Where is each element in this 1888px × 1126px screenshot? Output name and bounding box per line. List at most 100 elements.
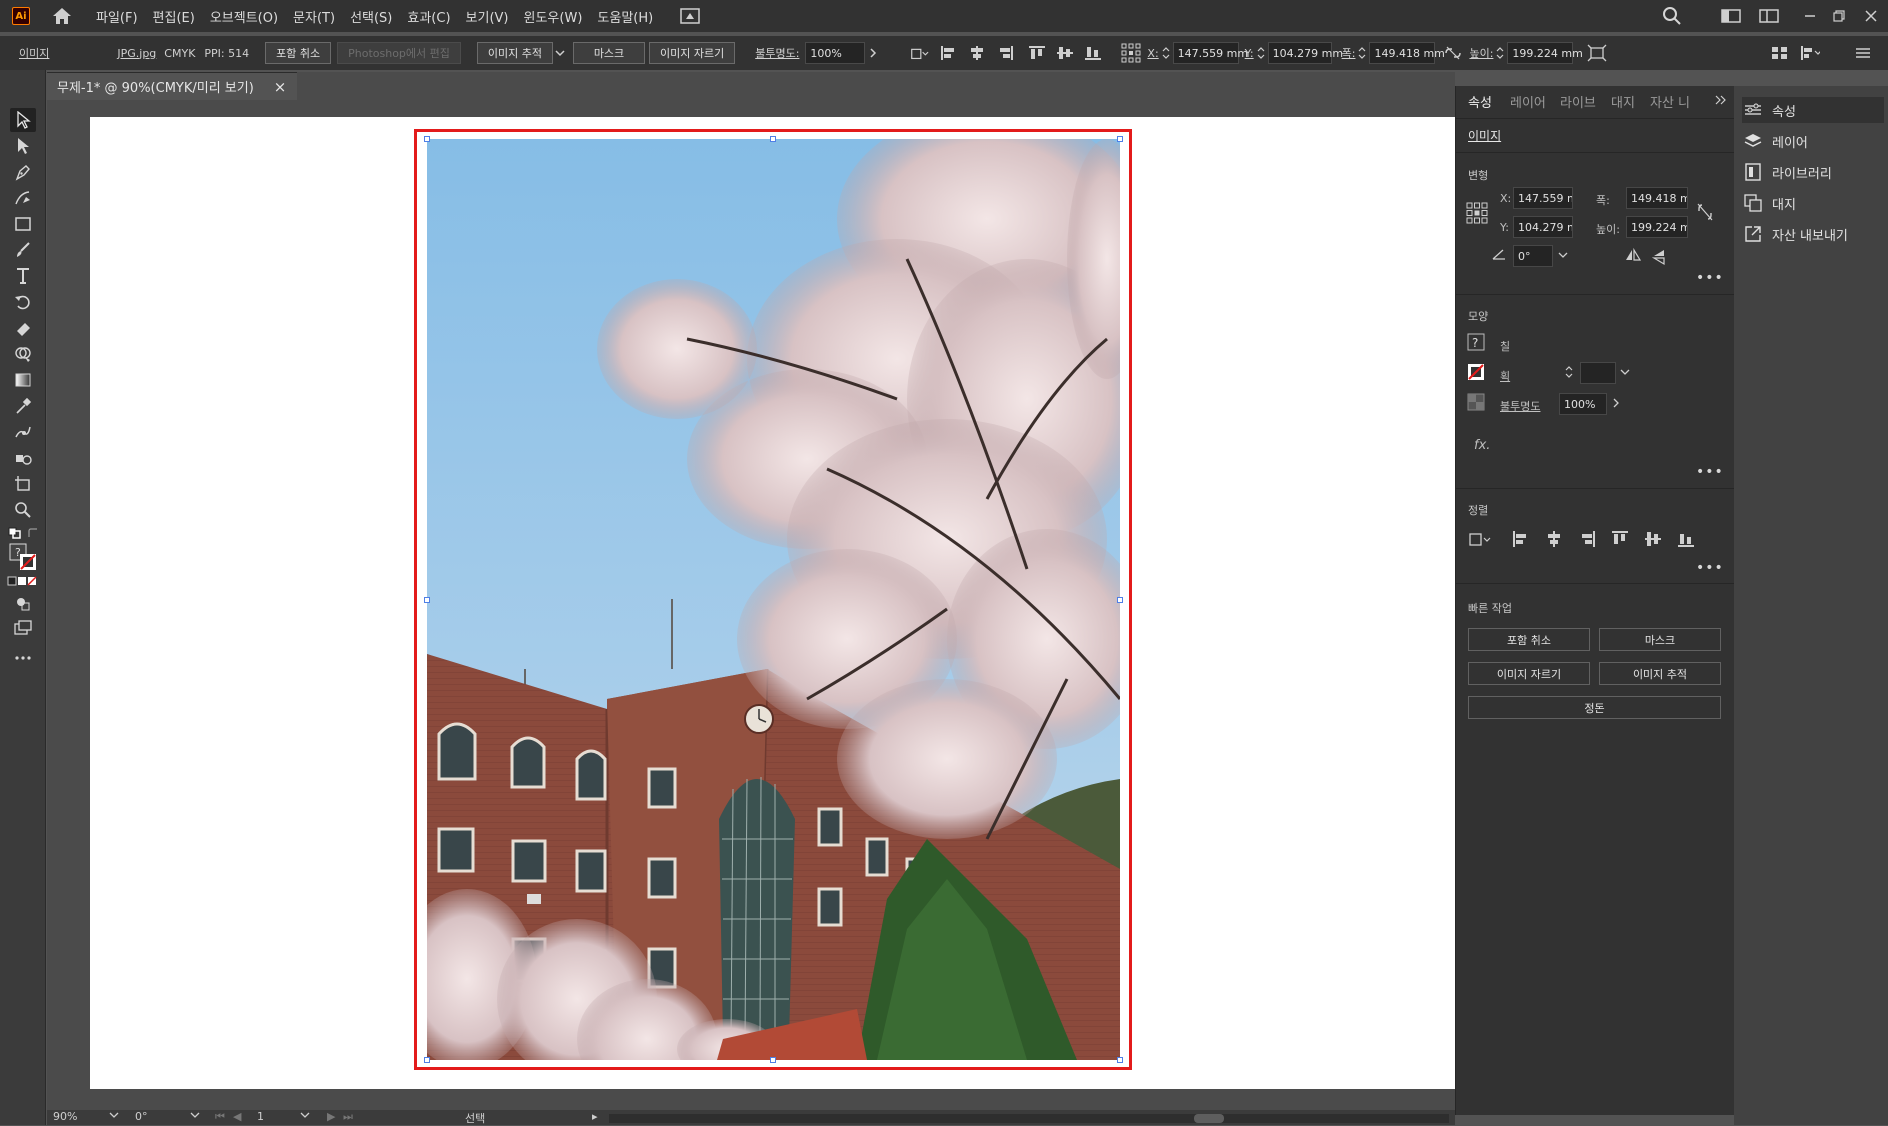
flip-vertical-icon[interactable] (1651, 248, 1666, 269)
height-stepper-icon[interactable] (1493, 43, 1507, 63)
menu-help[interactable]: 도움말(H) (597, 7, 653, 26)
stroke-swatch-icon[interactable] (1467, 363, 1485, 384)
align-center-icon[interactable] (967, 43, 987, 63)
shape-builder-tool-icon[interactable] (10, 342, 36, 366)
align-top-icon[interactable] (1611, 530, 1629, 551)
first-artboard-icon[interactable]: ⏮ (215, 1110, 225, 1124)
zoom-tool-icon[interactable] (10, 498, 36, 522)
close-tab-icon[interactable]: × (274, 78, 287, 96)
align-more-options-icon[interactable]: ••• (1696, 560, 1724, 576)
rotation-angle-input[interactable]: 0° (1513, 245, 1553, 267)
panel-menu-icon[interactable] (1853, 43, 1873, 63)
align-right-icon[interactable] (995, 43, 1015, 63)
horizontal-scrollbar[interactable] (609, 1114, 1449, 1123)
puppet-warp-tool-icon[interactable] (10, 420, 36, 444)
x-stepper-icon[interactable] (1159, 43, 1173, 63)
rotation-dropdown-icon[interactable] (190, 1110, 200, 1123)
arrange-panels-icon[interactable] (1770, 43, 1790, 63)
search-icon[interactable] (1662, 6, 1682, 26)
restore-icon[interactable] (1829, 6, 1849, 26)
menu-view[interactable]: 보기(V) (466, 7, 509, 26)
align-top-icon[interactable] (1027, 43, 1047, 63)
zoom-dropdown-icon[interactable] (109, 1110, 119, 1123)
quick-arrange-button[interactable]: 정돈 (1468, 696, 1721, 719)
share-icon[interactable] (680, 6, 700, 26)
quick-mask-button[interactable]: 마스크 (1599, 628, 1721, 651)
opacity-label[interactable]: 불투명도 (1500, 398, 1540, 414)
screen-mode-icon[interactable] (10, 616, 36, 640)
close-window-icon[interactable] (1861, 6, 1881, 26)
align-to-selection-icon[interactable] (909, 43, 929, 63)
quick-image-trace-button[interactable]: 이미지 추적 (1599, 662, 1721, 685)
direct-selection-tool-icon[interactable] (10, 134, 36, 158)
pen-tool-icon[interactable] (10, 160, 36, 184)
artboard-dropdown-icon[interactable] (300, 1110, 310, 1123)
color-mode-icons[interactable] (6, 574, 40, 588)
gradient-tool-icon[interactable] (10, 368, 36, 392)
workspace-layout-icon[interactable] (1721, 6, 1741, 26)
constrain-proportions-icon[interactable] (1443, 43, 1463, 63)
opacity-input[interactable]: 100% (805, 42, 866, 64)
width-stepper-icon[interactable] (1355, 43, 1369, 63)
menu-file[interactable]: 파일(F) (96, 7, 138, 26)
artboard-tool-icon[interactable] (10, 472, 36, 496)
resize-handle-bottom-right[interactable] (1117, 1057, 1123, 1063)
tab-layers[interactable]: 레이어 (1510, 92, 1546, 111)
align-bottom-icon[interactable] (1677, 530, 1695, 551)
flip-horizontal-icon[interactable] (1624, 247, 1642, 265)
transform-width-input[interactable]: 149.418 mr (1626, 187, 1688, 209)
tab-asset-export[interactable]: 자산 니 (1650, 92, 1690, 111)
dock-item-layers[interactable]: 레이어 (1742, 128, 1882, 154)
fill-swatch-icon[interactable]: ? (1467, 333, 1485, 354)
transform-height-input[interactable]: 199.224 mr (1626, 216, 1688, 238)
resize-handle-top-center[interactable] (770, 136, 776, 142)
symbol-sprayer-tool-icon[interactable] (10, 446, 36, 470)
appearance-more-options-icon[interactable]: ••• (1696, 464, 1724, 480)
stroke-weight-input[interactable] (1580, 362, 1616, 384)
menu-effect[interactable]: 효과(C) (407, 7, 450, 26)
trace-preset-dropdown-icon[interactable] (553, 43, 567, 63)
opacity-expand-icon[interactable] (1612, 397, 1620, 412)
document-tab[interactable]: 무제-1* @ 90%(CMYK/미리 보기) × (47, 72, 297, 100)
menu-select[interactable]: 선택(S) (350, 7, 392, 26)
image-trace-button[interactable]: 이미지 추적 (476, 42, 553, 64)
reference-point-icon[interactable] (1466, 202, 1488, 227)
linked-file-name[interactable]: JPG.jpg (117, 47, 156, 60)
default-fill-stroke-icon[interactable] (6, 526, 24, 540)
resize-handle-bottom-center[interactable] (770, 1057, 776, 1063)
resize-handle-middle-left[interactable] (424, 597, 430, 603)
type-tool-icon[interactable] (10, 264, 36, 288)
paintbrush-tool-icon[interactable] (10, 238, 36, 262)
menu-type[interactable]: 문자(T) (293, 7, 335, 26)
resize-handle-top-left[interactable] (424, 136, 430, 142)
transform-x-input[interactable]: 147.559 mr (1513, 187, 1573, 209)
dock-item-properties[interactable]: 속성 (1742, 97, 1884, 123)
swap-fill-stroke-icon[interactable] (26, 526, 40, 540)
align-horizontal-center-icon[interactable] (1545, 530, 1563, 551)
resize-handle-middle-right[interactable] (1117, 597, 1123, 603)
height-input[interactable]: 199.224 mm (1507, 42, 1583, 64)
resize-handle-bottom-left[interactable] (424, 1057, 430, 1063)
arrange-documents-icon[interactable] (1759, 6, 1779, 26)
width-input[interactable]: 149.418 mm (1369, 42, 1445, 64)
stroke-label[interactable]: 획 (1500, 368, 1510, 384)
scrollbar-thumb[interactable] (1194, 1114, 1224, 1123)
menu-window[interactable]: 윈도우(W) (524, 7, 583, 26)
rotate-tool-icon[interactable] (10, 290, 36, 314)
rotation-value[interactable]: 0° (135, 1110, 148, 1123)
constrain-proportions-icon[interactable] (1696, 202, 1714, 225)
align-right-icon[interactable] (1578, 530, 1596, 551)
align-to-icon[interactable] (1468, 530, 1492, 551)
previous-artboard-icon[interactable]: ◀ (233, 1110, 241, 1123)
dock-item-libraries[interactable]: 라이브러리 (1742, 159, 1882, 185)
last-artboard-icon[interactable]: ⏭ (343, 1110, 353, 1124)
angle-dropdown-icon[interactable] (1557, 249, 1569, 263)
y-input[interactable]: 104.279 mm (1267, 42, 1343, 64)
tab-libraries[interactable]: 라이브 (1560, 92, 1596, 111)
menu-edit[interactable]: 편집(E) (153, 7, 195, 26)
opacity-expand-icon[interactable] (865, 43, 881, 63)
crop-image-button[interactable]: 이미지 자르기 (649, 42, 736, 64)
status-menu-arrow-icon[interactable]: ▸ (592, 1110, 598, 1123)
tab-artboards[interactable]: 대지 (1611, 92, 1635, 111)
align-vertical-center-icon[interactable] (1644, 530, 1662, 551)
